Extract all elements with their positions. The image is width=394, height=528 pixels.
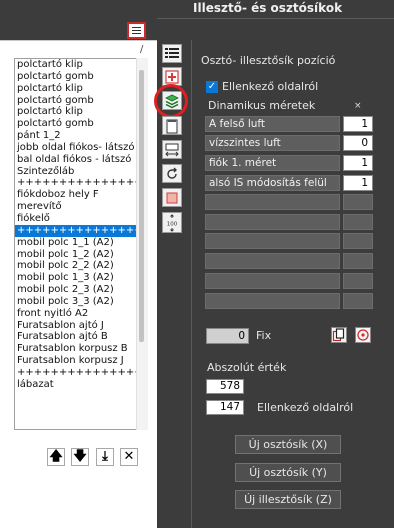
square-button[interactable]	[162, 188, 182, 207]
move-down-button[interactable]: 🡇	[71, 448, 89, 466]
absolute-value-label: Abszolút érték	[207, 361, 287, 374]
dynamic-row-label[interactable]	[205, 214, 340, 230]
dynamic-row-label[interactable]	[205, 273, 340, 289]
page-icon	[166, 119, 178, 134]
dynamic-row-value[interactable]	[343, 233, 373, 249]
list-item[interactable]: fiókdoboz hely F	[15, 189, 147, 201]
dynamic-row-value[interactable]: 0	[343, 135, 373, 151]
list-item[interactable]: polctartó gomb	[15, 95, 147, 107]
object-list[interactable]: polctartó klip polctartó gomb polctartó kl…	[14, 58, 148, 430]
list-item[interactable]: merevítő	[15, 201, 147, 213]
list-scrollbar-thumb[interactable]	[139, 70, 144, 342]
move-bottom-button[interactable]: ⤓	[96, 448, 114, 466]
opposite-side-label: Ellenkező oldalról	[222, 80, 319, 93]
rotate-button[interactable]	[162, 164, 182, 183]
list-item[interactable]: mobil polc 2_2 (A2)	[15, 260, 147, 272]
resize-horizontal-button[interactable]	[162, 140, 182, 159]
square-icon	[166, 192, 178, 204]
menu-button[interactable]	[127, 22, 146, 39]
target-button[interactable]	[355, 327, 371, 343]
dynamic-row-value[interactable]	[343, 194, 373, 210]
copy-icon	[332, 328, 345, 342]
page-button[interactable]	[162, 116, 182, 135]
list-item[interactable]: Szintezőláb	[15, 166, 147, 178]
list-item[interactable]: front nyitló A2	[15, 308, 147, 320]
hamburger-icon	[132, 27, 141, 28]
list-item[interactable]: polctartó gomb	[15, 118, 147, 130]
delete-button[interactable]: ✕	[120, 448, 138, 466]
fix-value-input[interactable]: 0	[206, 328, 249, 344]
list-item[interactable]: Furatsablon korpusz B	[15, 343, 147, 355]
panel-title: Osztó- illesztősík pozíció	[201, 54, 336, 67]
dynamic-row-value[interactable]	[343, 293, 373, 309]
highlight-ring	[154, 84, 188, 118]
fix-label: Fix	[256, 329, 272, 342]
new-split-x-button[interactable]: Új osztósík (X)	[235, 435, 341, 454]
new-fit-z-button[interactable]: Új illesztősík (Z)	[235, 490, 341, 509]
rotate-icon	[167, 167, 177, 179]
list-item[interactable]: bal oldal fiókos - látszó	[15, 154, 147, 166]
window-title: Illesztő- és osztósíkok	[193, 1, 343, 15]
list-item[interactable]: polctartó gomb	[15, 71, 147, 83]
new-split-y-button[interactable]: Új osztósík (Y)	[235, 463, 341, 482]
resize-h-icon	[165, 143, 179, 157]
copy-button[interactable]	[331, 327, 347, 343]
list-item[interactable]: pánt 1_2	[15, 130, 147, 142]
scale-label: 100	[167, 222, 178, 228]
dynamic-row-value[interactable]	[343, 214, 373, 230]
dynamic-row-value[interactable]	[343, 273, 373, 289]
list-item[interactable]: polctartó klip	[15, 83, 147, 95]
list-item[interactable]: mobil polc 2_3 (A2)	[15, 284, 147, 296]
plus-square-icon	[165, 70, 179, 84]
list-item[interactable]: ++++++++++++++++ Z	[15, 177, 147, 189]
dynamic-row-label[interactable]	[205, 233, 340, 249]
opposite-value-input[interactable]: 147	[206, 400, 244, 415]
list-item[interactable]: lábazat	[15, 379, 147, 391]
list-item[interactable]: ++++++++++++++++ Z	[15, 224, 147, 237]
list-item[interactable]: Furatsablon korpusz J	[15, 355, 147, 367]
dynamic-row-value[interactable]: 1	[343, 116, 373, 132]
dynamic-row-label[interactable]	[205, 293, 340, 309]
list-item[interactable]: jobb oldal fiókos- látszó	[15, 142, 147, 154]
opposite-side-checkbox[interactable]: ✓	[206, 81, 218, 93]
list-item[interactable]: mobil polc 1_3 (A2)	[15, 272, 147, 284]
list-item[interactable]: mobil polc 3_3 (A2)	[15, 296, 147, 308]
target-icon	[357, 329, 369, 341]
list-item[interactable]: polctartó klip	[15, 59, 147, 71]
dynamic-row-value[interactable]: 1	[343, 155, 373, 171]
list-item[interactable]: ++++++++++++++++ Z	[15, 367, 147, 379]
title-separator	[157, 18, 394, 19]
opposite-value-label: Ellenkező oldalról	[257, 401, 354, 414]
list-item[interactable]: fiókelő	[15, 213, 147, 225]
dynamic-row-value[interactable]	[343, 253, 373, 269]
list-item[interactable]: mobil polc 1_2 (A2)	[15, 249, 147, 261]
dynamic-row-label[interactable]: vízszintes luft	[205, 135, 340, 151]
dynamic-row-label[interactable]	[205, 194, 340, 210]
list-item[interactable]: polctartó klip	[15, 106, 147, 118]
dynamic-row-label[interactable]: fiók 1. méret	[205, 155, 340, 171]
absolute-value-input[interactable]: 578	[206, 379, 244, 394]
scale-100-icon: 100	[167, 214, 178, 232]
move-up-button[interactable]: 🡅	[47, 448, 65, 466]
list-item[interactable]: Furatsablon ajtó B	[15, 331, 147, 343]
dynamic-sizes-label: Dinamikus méretek	[208, 99, 316, 112]
dynamic-row-label[interactable]	[205, 253, 340, 269]
dynamic-row-value[interactable]: 1	[343, 175, 373, 191]
dynamic-row-label[interactable]: A felső luft	[205, 116, 340, 132]
list-tool-button[interactable]	[162, 44, 182, 63]
dynamic-row-label[interactable]: alsó IS módosítás felül	[205, 175, 340, 191]
clear-icon[interactable]: ×	[354, 101, 362, 111]
list-path-label: /	[140, 44, 144, 55]
title-bar: Illesztő- és osztósíkok	[0, 0, 394, 18]
list-icon	[165, 48, 179, 58]
list-item[interactable]: Furatsablon ajtó J	[15, 320, 147, 332]
list-item[interactable]: mobil polc 1_1 (A2)	[15, 237, 147, 249]
scale-button[interactable]: 100	[162, 212, 182, 233]
